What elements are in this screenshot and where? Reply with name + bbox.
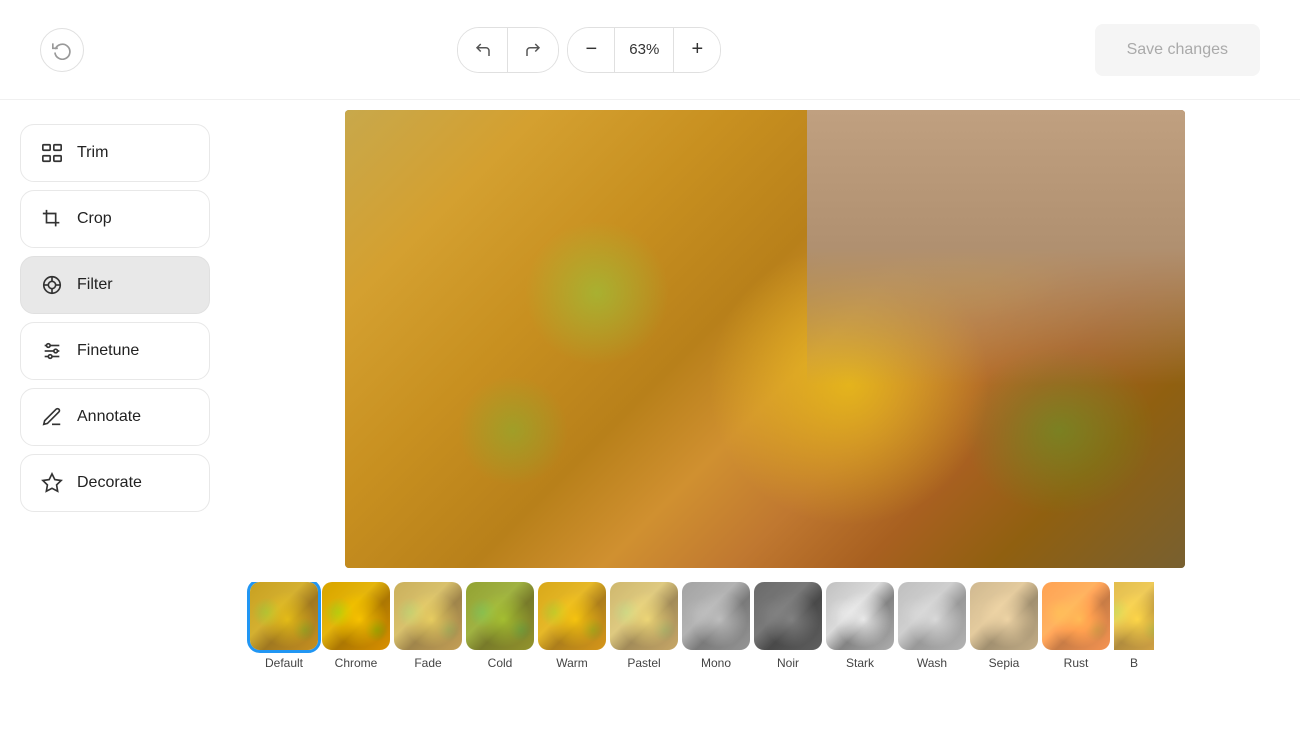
filter-label-default: Default (265, 656, 303, 670)
thumb-wash (898, 582, 966, 650)
filter-thumb-stark (826, 582, 894, 650)
filter-icon (41, 274, 63, 296)
sidebar-item-finetune[interactable]: Finetune (20, 322, 210, 380)
thumb-default (250, 582, 318, 650)
filter-item-noir[interactable]: Noir (754, 582, 822, 670)
sidebar-item-trim-label: Trim (77, 144, 108, 162)
sidebar-item-decorate-label: Decorate (77, 474, 142, 492)
filter-label-sepia: Sepia (989, 656, 1020, 670)
sidebar-item-annotate[interactable]: Annotate (20, 388, 210, 446)
thumb-stark (826, 582, 894, 650)
main-image (345, 110, 1185, 568)
filter-label-rust: Rust (1064, 656, 1089, 670)
filter-item-chrome[interactable]: Chrome (322, 582, 390, 670)
thumb-pastel (610, 582, 678, 650)
filter-item-warm[interactable]: Warm (538, 582, 606, 670)
filter-item-cold[interactable]: Cold (466, 582, 534, 670)
filter-item-default[interactable]: Default (250, 582, 318, 670)
filter-item-fade[interactable]: Fade (394, 582, 462, 670)
sidebar-item-crop-label: Crop (77, 210, 112, 228)
zoom-value: 63% (614, 28, 674, 72)
thumb-fade (394, 582, 462, 650)
crop-icon (41, 208, 63, 230)
filter-thumb-b (1114, 582, 1154, 650)
filter-thumb-fade (394, 582, 462, 650)
undo-button[interactable] (458, 28, 508, 72)
filter-thumb-rust (1042, 582, 1110, 650)
filter-thumb-noir (754, 582, 822, 650)
filter-label-wash: Wash (917, 656, 947, 670)
decorate-icon (41, 472, 63, 494)
filter-label-fade: Fade (414, 656, 441, 670)
header-center: − 63% + (457, 27, 721, 73)
zoom-out-button[interactable]: − (568, 28, 614, 72)
thumb-noir (754, 582, 822, 650)
canvas-area: Default Chrome Fade (230, 100, 1300, 751)
filter-item-stark[interactable]: Stark (826, 582, 894, 670)
zoom-in-button[interactable]: + (674, 28, 720, 72)
filter-strip: Default Chrome Fade (230, 582, 1300, 670)
filter-label-cold: Cold (488, 656, 513, 670)
filter-label-stark: Stark (846, 656, 874, 670)
filter-label-mono: Mono (701, 656, 731, 670)
finetune-icon (41, 340, 63, 362)
filter-label-pastel: Pastel (627, 656, 660, 670)
image-canvas (345, 110, 1185, 568)
filter-item-sepia[interactable]: Sepia (970, 582, 1038, 670)
undo-redo-group (457, 27, 559, 73)
filter-thumb-sepia (970, 582, 1038, 650)
filter-thumb-chrome (322, 582, 390, 650)
filter-thumb-default (250, 582, 318, 650)
zoom-group: − 63% + (567, 27, 721, 73)
filter-item-wash[interactable]: Wash (898, 582, 966, 670)
filter-thumb-pastel (610, 582, 678, 650)
sidebar-item-crop[interactable]: Crop (20, 190, 210, 248)
filter-thumb-mono (682, 582, 750, 650)
header-left (40, 28, 84, 72)
redo-button[interactable] (508, 28, 558, 72)
sidebar: Trim Crop Filt (0, 100, 230, 751)
filter-item-rust[interactable]: Rust (1042, 582, 1110, 670)
save-changes-button[interactable]: Save changes (1095, 24, 1260, 76)
filter-item-mono[interactable]: Mono (682, 582, 750, 670)
sidebar-item-annotate-label: Annotate (77, 408, 141, 426)
header: − 63% + Save changes (0, 0, 1300, 100)
sidebar-item-decorate[interactable]: Decorate (20, 454, 210, 512)
filter-label-noir: Noir (777, 656, 799, 670)
sidebar-item-filter-label: Filter (77, 276, 113, 294)
filter-thumb-warm (538, 582, 606, 650)
sidebar-item-filter[interactable]: Filter (20, 256, 210, 314)
thumb-mono (682, 582, 750, 650)
filter-item-b[interactable]: B (1114, 582, 1154, 670)
filter-label-chrome: Chrome (335, 656, 378, 670)
filter-label-warm: Warm (556, 656, 588, 670)
sidebar-item-finetune-label: Finetune (77, 342, 139, 360)
annotate-icon (41, 406, 63, 428)
history-button[interactable] (40, 28, 84, 72)
thumb-b (1114, 582, 1154, 650)
main: Trim Crop Filt (0, 100, 1300, 751)
filter-item-pastel[interactable]: Pastel (610, 582, 678, 670)
thumb-rust (1042, 582, 1110, 650)
filter-thumb-cold (466, 582, 534, 650)
thumb-warm (538, 582, 606, 650)
trim-icon (41, 142, 63, 164)
thumb-cold (466, 582, 534, 650)
filter-label-b: B (1130, 656, 1138, 670)
sidebar-item-trim[interactable]: Trim (20, 124, 210, 182)
thumb-chrome (322, 582, 390, 650)
thumb-sepia (970, 582, 1038, 650)
filter-thumb-wash (898, 582, 966, 650)
